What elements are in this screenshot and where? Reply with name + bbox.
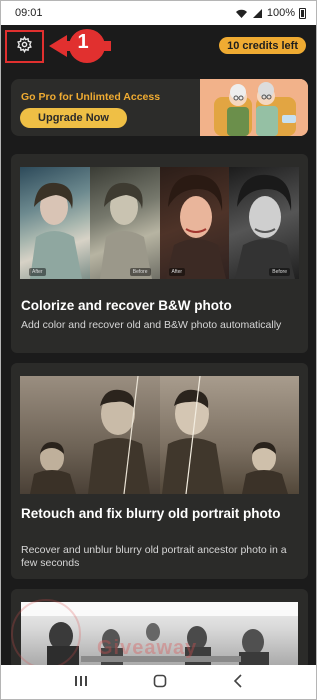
upgrade-now-button[interactable]: Upgrade Now [20,108,127,128]
colorize-feature-card[interactable]: After Before After Before Colorize and r… [11,154,308,353]
app-header: 1 10 credits left [1,25,316,69]
status-time: 09:01 [15,7,43,19]
colorize-after-photo-1: After [20,167,90,279]
retouch-photo-left [20,376,160,494]
colorize-card-description: Add color and recover old and B&W photo … [21,319,282,331]
retouch-card-title: Retouch and fix blurry old portrait phot… [21,506,281,521]
image-tag: Before [129,268,151,276]
wifi-icon [235,8,248,19]
image-tag: After [168,268,186,276]
colorize-card-title: Colorize and recover B&W photo [21,298,232,313]
retouch-feature-card[interactable]: Retouch and fix blurry old portrait phot… [11,363,308,579]
retouch-photo-right [159,376,299,494]
step-number: 1 [77,31,89,53]
signal-icon [252,8,263,19]
retouch-card-description: Recover and unblur blurry old portrait a… [21,544,287,569]
back-icon[interactable] [233,673,243,693]
status-icons: 100% [235,7,306,19]
system-nav-bar [1,665,316,699]
credits-badge[interactable]: 10 credits left [219,37,306,54]
watermark-text: Giveaway [97,637,198,659]
colorize-before-photo-1: Before [89,167,160,279]
promo-title: Go Pro for Unlimted Access [21,91,161,103]
status-bar: 09:01 100% [1,1,316,25]
retouch-before-after-images [20,376,299,494]
settings-button[interactable] [5,30,44,63]
colorize-after-photo-2: After [159,167,230,279]
battery-icon [299,7,306,19]
colorize-before-after-images: After Before After Before [20,167,299,279]
elderly-couple-illustration [200,79,308,136]
image-tag: After [29,268,46,276]
battery-percent: 100% [266,7,295,19]
pro-promo-card[interactable]: Go Pro for Unlimted Access Upgrade Now [11,79,308,136]
colorize-before-photo-2: Before [229,167,299,279]
settings-gear-icon [16,35,33,58]
app-screen: 09:01 100% 1 10 credits left Go Pro for … [0,0,317,700]
recent-apps-icon[interactable] [74,674,88,692]
image-tag: Before [269,268,290,276]
watermark-logo [11,599,81,669]
home-icon[interactable] [153,674,167,693]
